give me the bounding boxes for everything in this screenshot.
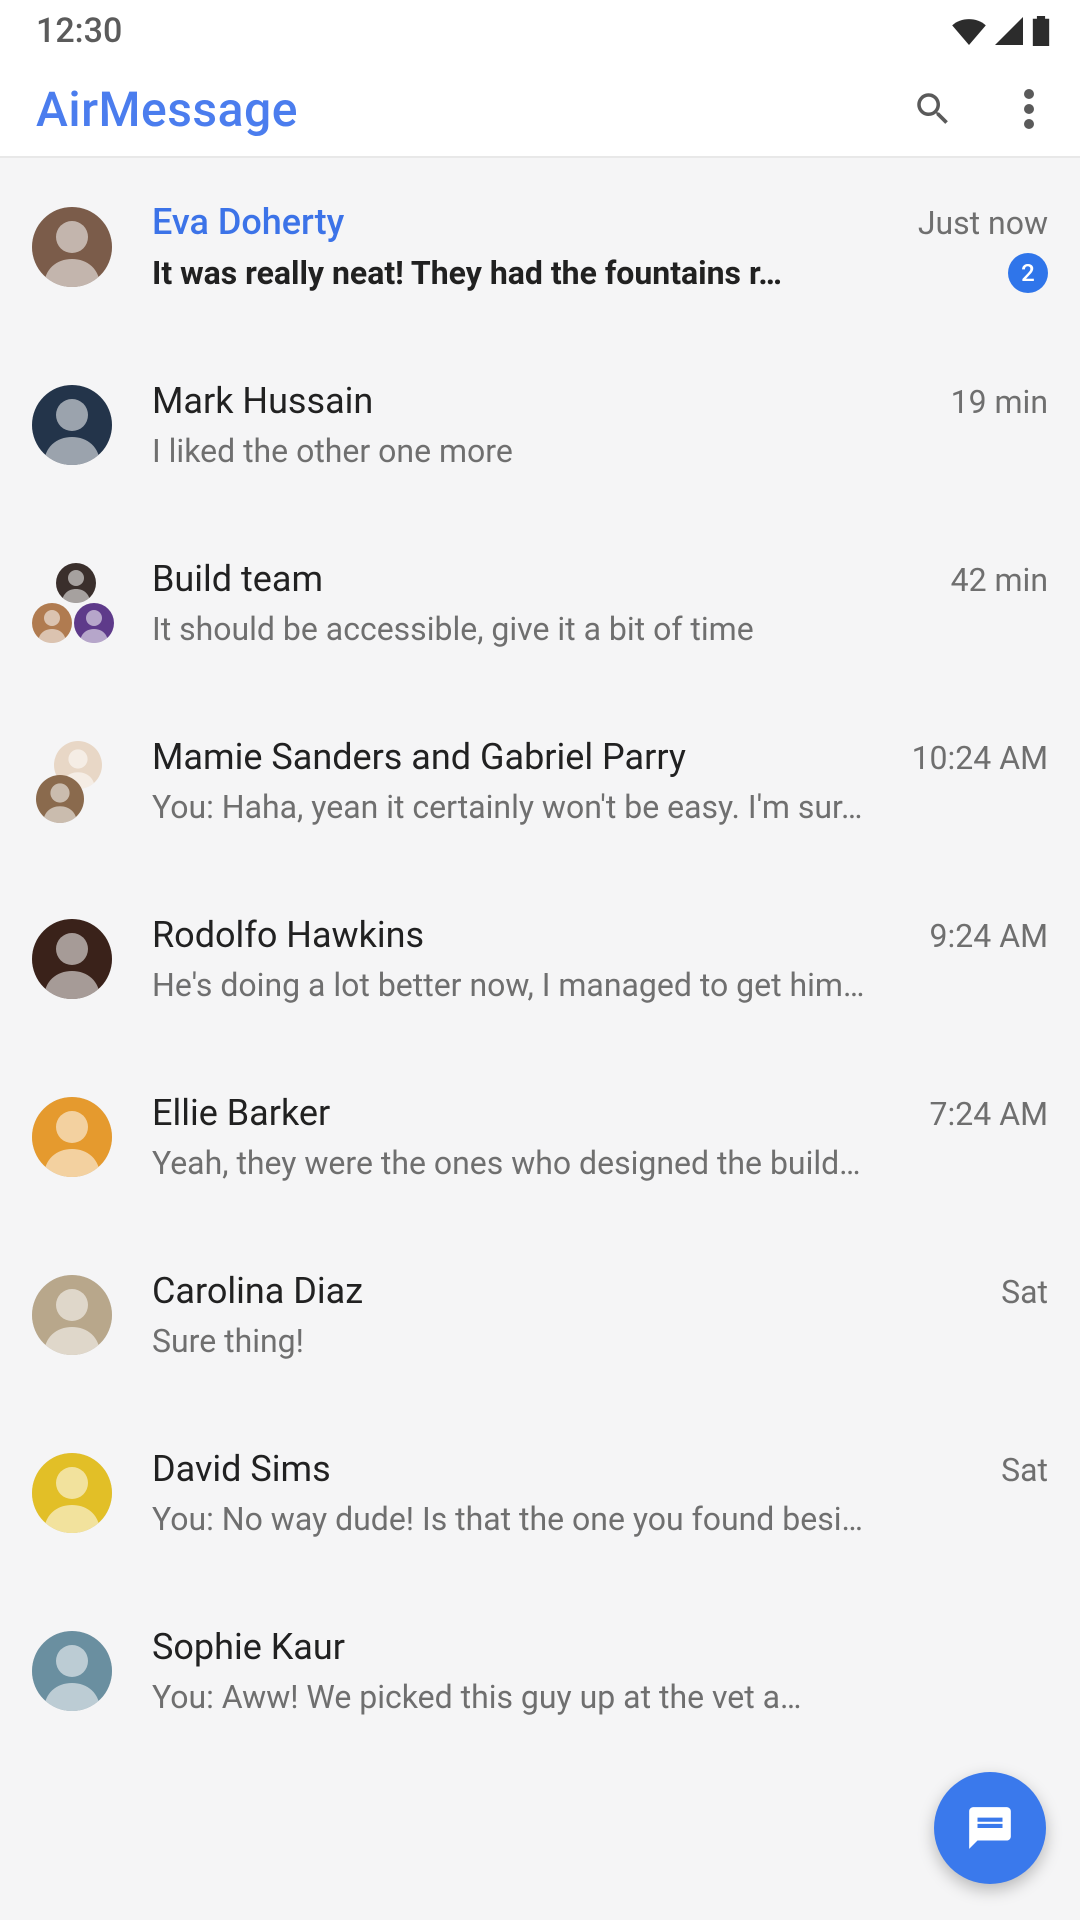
conversation-content: Ellie Barker 7:24 AM Yeah, they were the o…: [152, 1092, 1048, 1182]
new-message-fab[interactable]: [934, 1772, 1046, 1884]
cellular-icon: [994, 17, 1024, 45]
avatar: [32, 207, 112, 287]
app-bar-actions: [904, 80, 1056, 138]
conversation-row[interactable]: Build team 42 min It should be accessible,…: [0, 514, 1080, 692]
avatar: [32, 1097, 112, 1177]
more-options-button[interactable]: [1016, 80, 1042, 138]
conversation-preview: Sure thing!: [152, 1322, 1048, 1360]
status-time: 12:30: [36, 11, 122, 51]
conversation-list[interactable]: Eva Doherty Just now It was really neat! T…: [0, 158, 1080, 1920]
conversation-timestamp: 7:24 AM: [930, 1095, 1048, 1133]
conversation-row[interactable]: Carolina Diaz Sat Sure thing!: [0, 1226, 1080, 1404]
conversation-name: Sophie Kaur: [152, 1626, 345, 1668]
conversation-row[interactable]: David Sims Sat You: No way dude! Is that t…: [0, 1404, 1080, 1582]
avatar: [32, 1275, 112, 1355]
conversation-row[interactable]: Rodolfo Hawkins 9:24 AM He's doing a lot b…: [0, 870, 1080, 1048]
search-button[interactable]: [904, 80, 962, 138]
avatar: [32, 385, 112, 465]
conversation-row[interactable]: Eva Doherty Just now It was really neat! T…: [0, 158, 1080, 336]
app-title: AirMessage: [36, 81, 298, 138]
conversation-name: Carolina Diaz: [152, 1270, 363, 1312]
search-icon: [912, 88, 954, 130]
conversation-preview: I liked the other one more: [152, 432, 1048, 470]
conversation-name: Rodolfo Hawkins: [152, 914, 424, 956]
conversation-name: Mamie Sanders and Gabriel Parry: [152, 736, 686, 778]
avatar: [32, 1453, 112, 1533]
more-vert-icon: [1024, 88, 1034, 130]
conversation-name: Mark Hussain: [152, 380, 373, 422]
conversation-row[interactable]: Sophie Kaur You: Aww! We picked this guy …: [0, 1582, 1080, 1760]
avatar: [32, 1631, 112, 1711]
conversation-content: Build team 42 min It should be accessible,…: [152, 558, 1048, 648]
conversation-timestamp: 10:24 AM: [912, 739, 1048, 777]
avatar: [32, 563, 112, 643]
conversation-name: David Sims: [152, 1448, 331, 1490]
conversation-row[interactable]: Ellie Barker 7:24 AM Yeah, they were the o…: [0, 1048, 1080, 1226]
conversation-preview: It should be accessible, give it a bit o…: [152, 610, 1048, 648]
conversation-content: Carolina Diaz Sat Sure thing!: [152, 1270, 1048, 1360]
status-bar: 12:30: [0, 0, 1080, 62]
conversation-name: Eva Doherty: [152, 201, 344, 243]
conversation-row[interactable]: Mark Hussain 19 min I liked the other one …: [0, 336, 1080, 514]
conversation-timestamp: 42 min: [951, 561, 1048, 599]
avatar: [32, 741, 112, 821]
conversation-row[interactable]: Mamie Sanders and Gabriel Parry 10:24 AM Y…: [0, 692, 1080, 870]
unread-badge: 2: [1008, 253, 1048, 293]
battery-icon: [1032, 16, 1050, 46]
conversation-preview: You: Aww! We picked this guy up at the v…: [152, 1678, 1048, 1716]
app-bar: AirMessage: [0, 62, 1080, 158]
conversation-content: Mamie Sanders and Gabriel Parry 10:24 AM Y…: [152, 736, 1048, 826]
conversation-timestamp: Just now: [918, 204, 1048, 242]
conversation-preview: You: No way dude! Is that the one you fo…: [152, 1500, 1048, 1538]
avatar: [32, 919, 112, 999]
conversation-timestamp: 9:24 AM: [930, 917, 1048, 955]
conversation-preview: Yeah, they were the ones who designed th…: [152, 1144, 1048, 1182]
wifi-icon: [952, 17, 986, 45]
conversation-content: Eva Doherty Just now It was really neat! T…: [152, 201, 1048, 293]
conversation-content: Sophie Kaur You: Aww! We picked this guy …: [152, 1626, 1048, 1716]
conversation-name: Build team: [152, 558, 323, 600]
conversation-timestamp: Sat: [1001, 1451, 1048, 1489]
conversation-preview: It was really neat! They had the fountai…: [152, 254, 994, 292]
conversation-preview: He's doing a lot better now, I managed t…: [152, 966, 1048, 1004]
status-icons: [952, 16, 1050, 46]
conversation-content: Mark Hussain 19 min I liked the other one …: [152, 380, 1048, 470]
chat-icon: [965, 1803, 1015, 1853]
conversation-timestamp: 19 min: [951, 383, 1048, 421]
conversation-name: Ellie Barker: [152, 1092, 330, 1134]
conversation-preview: You: Haha, yean it certainly won't be ea…: [152, 788, 1048, 826]
conversation-timestamp: Sat: [1001, 1273, 1048, 1311]
conversation-content: David Sims Sat You: No way dude! Is that t…: [152, 1448, 1048, 1538]
conversation-content: Rodolfo Hawkins 9:24 AM He's doing a lot b…: [152, 914, 1048, 1004]
